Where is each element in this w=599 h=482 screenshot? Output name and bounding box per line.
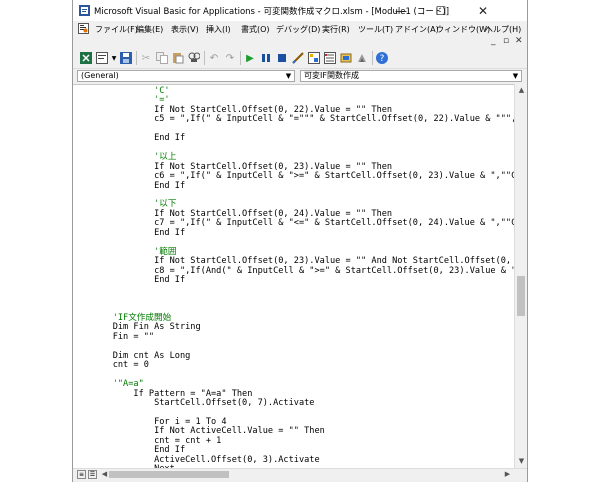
chevron-down-icon[interactable]: ▼ <box>284 72 293 80</box>
horizontal-scrollbar[interactable]: ≡ ☰ ◀ ▶ <box>73 468 527 481</box>
object-browser-icon[interactable] <box>339 51 353 65</box>
properties-icon[interactable] <box>323 51 337 65</box>
standard-toolbar: ▼ ✂ ↶ ↷ ▶ ? <box>73 48 527 69</box>
code-line[interactable]: cnt = 0 <box>92 360 149 370</box>
scroll-down-icon[interactable]: ▼ <box>515 456 527 467</box>
minimize-icon: — <box>395 3 407 18</box>
code-line[interactable]: End If <box>92 275 185 285</box>
procedure-view-icon[interactable]: ≡ <box>77 470 86 479</box>
scroll-right-icon[interactable]: ▶ <box>502 469 513 480</box>
code-line[interactable]: c5 = ",If(" & InputCell & "=""" & StartC… <box>92 114 514 124</box>
vertical-scroll-thumb[interactable] <box>517 276 525 316</box>
menu-format[interactable]: 書式(O) <box>241 24 270 35</box>
toolbar-separator <box>204 51 205 65</box>
horizontal-scroll-thumb[interactable] <box>109 471 229 478</box>
mdi-restore-button[interactable]: ▫ <box>503 36 509 48</box>
project-explorer-icon[interactable] <box>307 51 321 65</box>
maximize-button[interactable]: ☐ <box>423 0 459 21</box>
redo-icon[interactable]: ↷ <box>223 51 237 65</box>
close-icon: ✕ <box>477 3 489 18</box>
toolbar-separator <box>136 51 137 65</box>
maximize-icon: ☐ <box>435 3 447 18</box>
help-icon[interactable]: ? <box>375 51 389 65</box>
code-line[interactable]: StartCell.Offset(0, 7).Activate <box>92 398 314 408</box>
menu-help[interactable]: ヘルプ(H) <box>485 24 521 35</box>
procedure-combo-value: 可変IF関数作成 <box>304 71 359 80</box>
paste-icon[interactable] <box>171 51 185 65</box>
code-line[interactable]: End If <box>92 133 185 143</box>
code-line[interactable]: End If <box>92 228 185 238</box>
excel-icon[interactable] <box>79 51 93 65</box>
minimize-button[interactable]: — <box>383 0 419 21</box>
toolbar-separator <box>240 51 241 65</box>
procedure-combo[interactable]: 可変IF関数作成 ▼ <box>300 70 522 82</box>
menu-view[interactable]: 表示(V) <box>171 24 199 35</box>
code-line[interactable]: End If <box>92 181 185 191</box>
menu-debug[interactable]: デバッグ(D) <box>276 24 320 35</box>
close-button[interactable]: ✕ <box>465 0 501 21</box>
code-editor[interactable]: 'C' '=' If Not StartCell.Offset(0, 22).V… <box>73 84 514 469</box>
module-window-icon[interactable] <box>78 23 89 34</box>
copy-icon[interactable] <box>155 51 169 65</box>
svg-text:?: ? <box>380 54 385 64</box>
vba-editor-window: Microsoft Visual Basic for Applications … <box>72 0 528 482</box>
menu-edit[interactable]: 編集(E) <box>136 24 163 35</box>
full-module-view-icon[interactable]: ☰ <box>88 470 97 479</box>
undo-icon[interactable]: ↶ <box>207 51 221 65</box>
menu-window[interactable]: ウィンドウ(W) <box>436 24 490 35</box>
vertical-scrollbar[interactable]: ▲ ▼ <box>514 84 527 468</box>
menu-tools[interactable]: ツール(T) <box>358 24 393 35</box>
menu-file[interactable]: ファイル(F) <box>95 24 138 35</box>
object-combo-value: (General) <box>81 71 119 80</box>
title-bar: Microsoft Visual Basic for Applications … <box>73 0 527 21</box>
toolbar-separator <box>372 51 373 65</box>
vba-app-icon <box>79 5 90 16</box>
menu-run[interactable]: 実行(R) <box>322 24 350 35</box>
menu-bar: ファイル(F) 編集(E) 表示(V) 挿入(I) 書式(O) デバッグ(D) … <box>73 21 527 36</box>
menu-insert[interactable]: 挿入(I) <box>206 24 231 35</box>
cut-icon[interactable]: ✂ <box>139 51 153 65</box>
break-icon[interactable] <box>259 51 273 65</box>
save-icon[interactable] <box>119 51 133 65</box>
code-line[interactable]: Fin = "" <box>92 332 154 342</box>
code-text[interactable]: 'C' '=' If Not StartCell.Offset(0, 22).V… <box>92 86 514 469</box>
find-icon[interactable] <box>187 51 201 65</box>
run-icon[interactable]: ▶ <box>243 51 257 65</box>
mdi-minimize-button[interactable]: _ <box>491 36 496 48</box>
menu-addins[interactable]: アドイン(A) <box>395 24 439 35</box>
toolbox-icon[interactable] <box>355 51 369 65</box>
mdi-close-button[interactable]: ✕ <box>515 36 523 48</box>
design-mode-icon[interactable] <box>291 51 305 65</box>
scroll-up-icon[interactable]: ▲ <box>515 85 527 96</box>
chevron-down-icon[interactable]: ▼ <box>511 72 520 80</box>
object-combo[interactable]: (General) ▼ <box>77 70 295 82</box>
reset-icon[interactable] <box>275 51 289 65</box>
